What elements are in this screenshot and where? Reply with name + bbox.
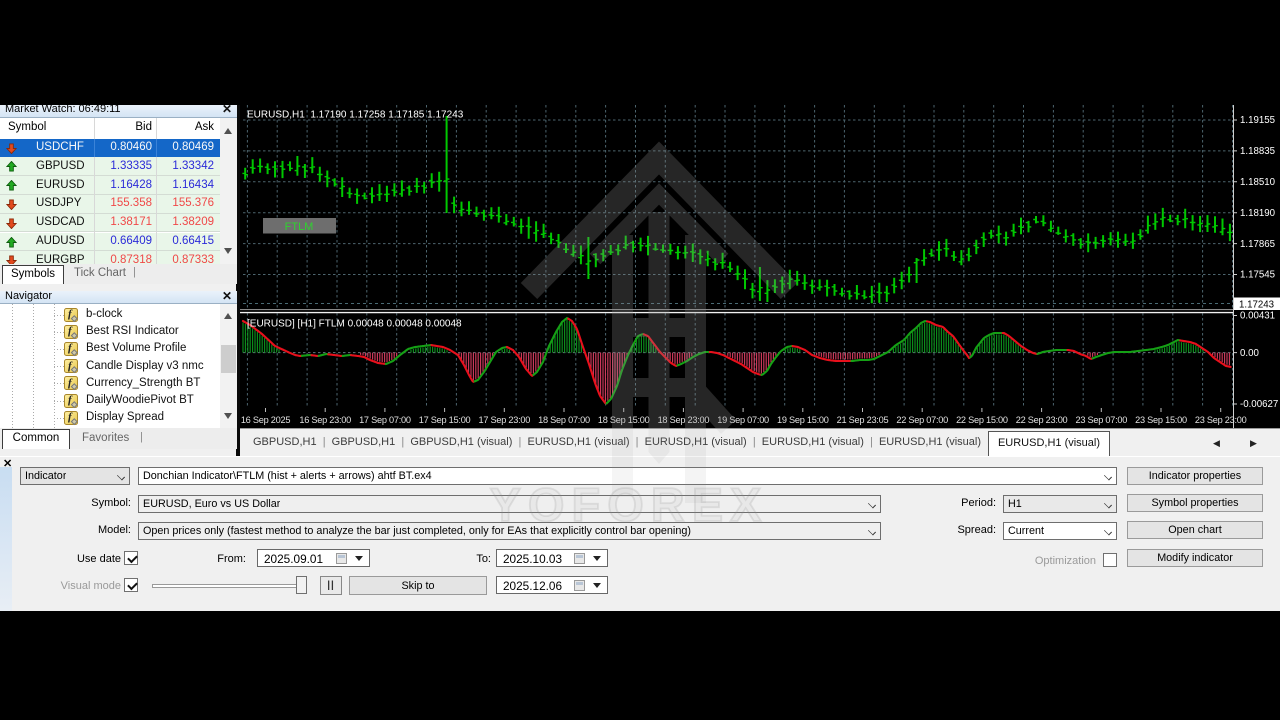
svg-text:22 Sep 23:00: 22 Sep 23:00 [1016,415,1068,425]
svg-text:16 Sep 2025: 16 Sep 2025 [241,415,291,425]
svg-text:22 Sep 07:00: 22 Sep 07:00 [896,415,948,425]
svg-text:17 Sep 23:00: 17 Sep 23:00 [478,415,530,425]
svg-text:1.17865: 1.17865 [1240,239,1275,250]
svg-text:EURUSD,H1 1.17190 1.17258 1.1: EURUSD,H1 1.17190 1.17258 1.17185 1.1724… [247,110,464,121]
svg-text:18 Sep 15:00: 18 Sep 15:00 [598,415,650,425]
svg-text:1.19155: 1.19155 [1240,115,1275,126]
svg-text:-0.00627: -0.00627 [1240,399,1278,410]
svg-text:0.00: 0.00 [1240,348,1259,359]
svg-text:18 Sep 23:00: 18 Sep 23:00 [658,415,710,425]
svg-text:1.17545: 1.17545 [1240,270,1275,281]
svg-text:19 Sep 15:00: 19 Sep 15:00 [777,415,829,425]
svg-text:23 Sep 23:00: 23 Sep 23:00 [1195,415,1247,425]
svg-text:17 Sep 07:00: 17 Sep 07:00 [359,415,411,425]
svg-text:18 Sep 07:00: 18 Sep 07:00 [538,415,590,425]
svg-text:1.17243: 1.17243 [1239,300,1274,311]
svg-text:0.00431: 0.00431 [1240,311,1275,322]
svg-text:23 Sep 07:00: 23 Sep 07:00 [1075,415,1127,425]
svg-text:22 Sep 15:00: 22 Sep 15:00 [956,415,1008,425]
svg-text:1.18835: 1.18835 [1240,146,1275,157]
svg-text:16 Sep 23:00: 16 Sep 23:00 [299,415,351,425]
svg-text:[EURUSD] [H1] FTLM 0.00048 0.0: [EURUSD] [H1] FTLM 0.00048 0.00048 0.000… [247,319,462,330]
svg-text:FTLM: FTLM [285,221,314,233]
svg-text:1.18510: 1.18510 [1240,177,1276,188]
svg-text:21 Sep 23:05: 21 Sep 23:05 [837,415,889,425]
svg-text:1.18190: 1.18190 [1240,208,1276,219]
svg-text:17 Sep 15:00: 17 Sep 15:00 [419,415,471,425]
svg-text:23 Sep 15:00: 23 Sep 15:00 [1135,415,1187,425]
svg-text:19 Sep 07:00: 19 Sep 07:00 [717,415,769,425]
